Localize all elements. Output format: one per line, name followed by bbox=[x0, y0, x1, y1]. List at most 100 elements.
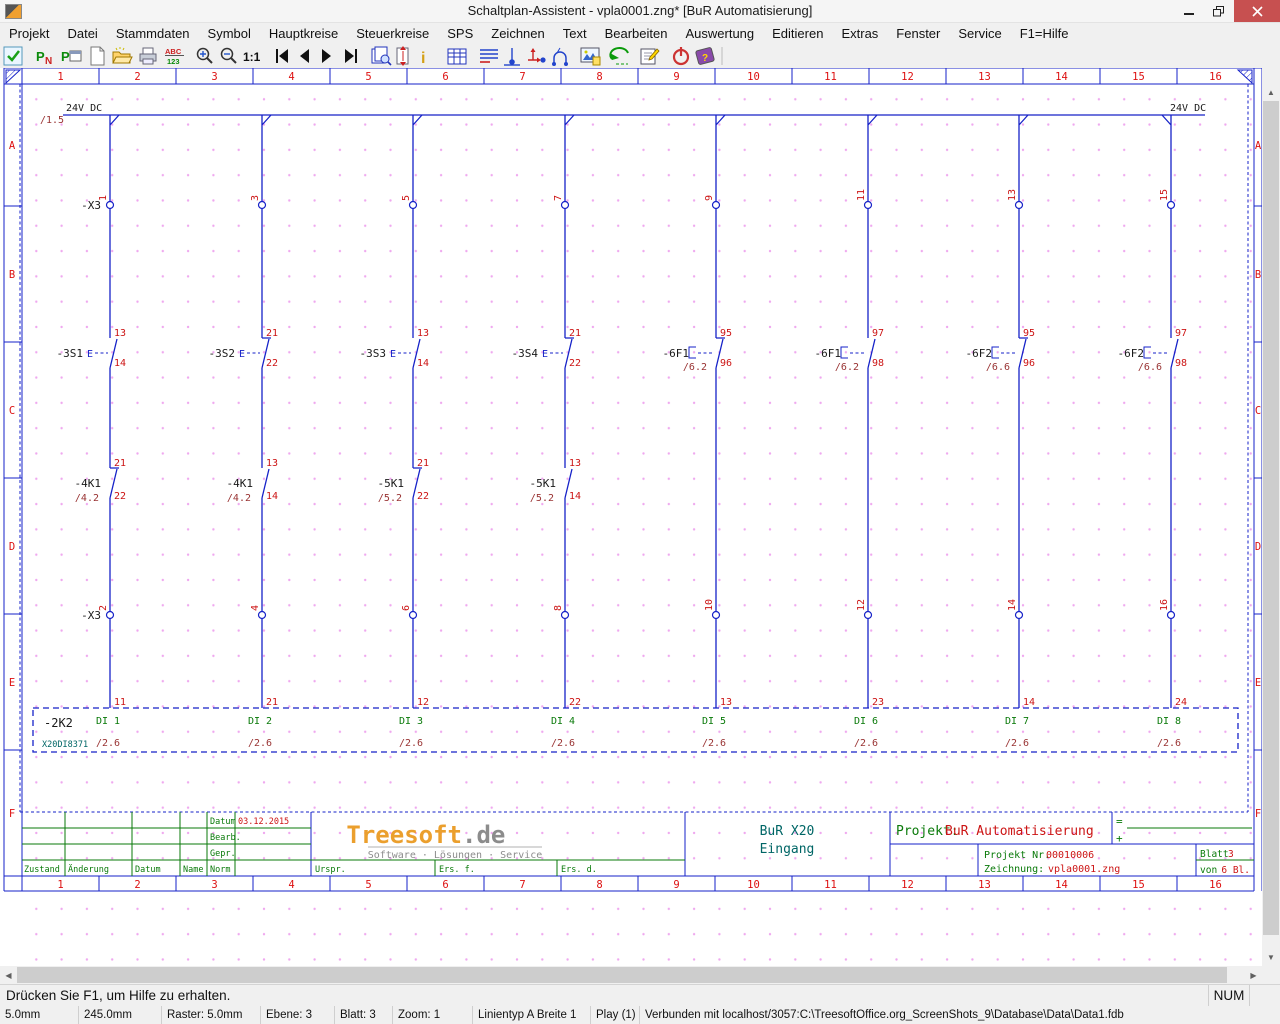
svg-text:/5.2[interactable]: /5.2 bbox=[530, 493, 554, 504]
vertical-scroll-thumb[interactable] bbox=[1263, 101, 1279, 935]
svg-text:-6F2[interactable]: -6F2 bbox=[966, 347, 993, 360]
menu-text[interactable]: Text bbox=[554, 23, 596, 44]
svg-text:21[interactable]: 21 bbox=[266, 328, 278, 339]
svg-text:-4K1[interactable]: -4K1 bbox=[227, 477, 254, 490]
exit-icon[interactable] bbox=[674, 47, 688, 64]
next-sheet-icon[interactable] bbox=[322, 49, 331, 63]
svg-text:-5K1[interactable]: -5K1 bbox=[378, 477, 405, 490]
svg-text:/6.2[interactable]: /6.2 bbox=[683, 362, 707, 373]
help-icon[interactable]: ? bbox=[695, 47, 714, 65]
svg-text:16[interactable]: 16 bbox=[1159, 599, 1170, 611]
svg-text:95[interactable]: 95 bbox=[720, 328, 732, 339]
terminal-strip-name[interactable]: -X3 bbox=[81, 199, 101, 212]
svg-text:-6F2[interactable]: -6F2 bbox=[1118, 347, 1145, 360]
svg-text:/2.6[interactable]: /2.6 bbox=[551, 738, 575, 749]
line-type-icon[interactable] bbox=[480, 50, 498, 62]
svg-text:-3S3[interactable]: -3S3 bbox=[360, 347, 387, 360]
plc-channel[interactable]: DI 1 bbox=[96, 716, 120, 727]
svg-text:/5.2[interactable]: /5.2 bbox=[378, 493, 402, 504]
drawing-title-line2[interactable]: Eingang bbox=[760, 842, 815, 857]
menu-steuerkreise[interactable]: Steuerkreise bbox=[347, 23, 438, 44]
sheet-count[interactable]: 6 Bl. bbox=[1221, 865, 1250, 876]
print-icon[interactable] bbox=[140, 48, 156, 64]
svg-text:96[interactable]: 96 bbox=[1023, 358, 1035, 369]
svg-text:-3S2[interactable]: -3S2 bbox=[209, 347, 236, 360]
svg-text:13[interactable]: 13 bbox=[417, 328, 429, 339]
new-document-icon[interactable] bbox=[91, 47, 104, 65]
menu-bearbeiten[interactable]: Bearbeiten bbox=[596, 23, 677, 44]
svg-text:9[interactable]: 9 bbox=[704, 195, 715, 201]
scroll-down-arrow[interactable]: ▼ bbox=[1262, 949, 1280, 966]
svg-text:/2.6[interactable]: /2.6 bbox=[399, 738, 423, 749]
wire-bridge-icon[interactable] bbox=[552, 48, 568, 66]
svg-text:/6.2[interactable]: /6.2 bbox=[835, 362, 859, 373]
undo-icon[interactable] bbox=[610, 48, 628, 64]
svg-text:14[interactable]: 14 bbox=[1007, 599, 1018, 611]
svg-text:/2.6[interactable]: /2.6 bbox=[702, 738, 726, 749]
svg-text:22[interactable]: 22 bbox=[417, 491, 429, 502]
svg-text:14[interactable]: 14 bbox=[114, 358, 126, 369]
svg-text:/2.6[interactable]: /2.6 bbox=[96, 738, 120, 749]
scroll-up-arrow[interactable]: ▲ bbox=[1262, 84, 1280, 101]
menu-datei[interactable]: Datei bbox=[58, 23, 106, 44]
drawing-title-line1[interactable]: BuR X20 bbox=[760, 824, 815, 839]
last-sheet-icon[interactable] bbox=[345, 49, 356, 63]
date-value[interactable]: 03.12.2015 bbox=[238, 817, 289, 827]
svg-text:22[interactable]: 22 bbox=[569, 358, 581, 369]
menu-hauptkreise[interactable]: Hauptkreise bbox=[260, 23, 347, 44]
plc-device-type[interactable]: X20DI8371 bbox=[42, 740, 88, 750]
zoom-1to1-icon[interactable]: 1:1 bbox=[243, 50, 261, 64]
open-icon[interactable] bbox=[113, 47, 132, 63]
svg-text:95[interactable]: 95 bbox=[1023, 328, 1035, 339]
svg-text:DI 3[interactable]: DI 3 bbox=[399, 716, 423, 727]
svg-text:-4K1[interactable]: -4K1 bbox=[75, 477, 102, 490]
drawing-canvas[interactable]: 12345678910111213141516 1234567891011121… bbox=[0, 68, 1262, 966]
svg-text:13[interactable]: 13 bbox=[1007, 189, 1018, 201]
svg-text:97[interactable]: 97 bbox=[872, 328, 884, 339]
menu-editieren[interactable]: Editieren bbox=[763, 23, 832, 44]
svg-text:DI 8[interactable]: DI 8 bbox=[1157, 716, 1181, 727]
svg-text:/2.6[interactable]: /2.6 bbox=[248, 738, 272, 749]
plc-name[interactable]: -2K2 bbox=[44, 716, 73, 730]
menu-hilfe[interactable]: F1=Hilfe bbox=[1011, 23, 1078, 44]
svg-text:14[interactable]: 14 bbox=[1023, 697, 1035, 708]
svg-text:21[interactable]: 21 bbox=[266, 697, 278, 708]
svg-text:10[interactable]: 10 bbox=[704, 599, 715, 611]
svg-text:24[interactable]: 24 bbox=[1175, 697, 1187, 708]
bus-label-right[interactable]: 24V DC bbox=[1170, 103, 1206, 114]
svg-text:DI 2[interactable]: DI 2 bbox=[248, 716, 272, 727]
horizontal-scroll-thumb[interactable] bbox=[17, 967, 1227, 983]
project-number[interactable]: 00010006 bbox=[1046, 850, 1094, 861]
menu-symbol[interactable]: Symbol bbox=[199, 23, 260, 44]
minimize-button[interactable] bbox=[1174, 0, 1204, 22]
svg-text:/2.6[interactable]: /2.6 bbox=[1005, 738, 1029, 749]
info-icon[interactable]: i bbox=[421, 50, 425, 67]
svg-text:/4.2[interactable]: /4.2 bbox=[227, 493, 251, 504]
svg-text:4[interactable]: 4 bbox=[250, 605, 261, 611]
svg-text:13[interactable]: 13 bbox=[266, 458, 278, 469]
svg-text:14[interactable]: 14 bbox=[266, 491, 278, 502]
svg-text:13[interactable]: 13 bbox=[720, 697, 732, 708]
image-note-icon[interactable] bbox=[581, 48, 600, 65]
svg-text:DI 5[interactable]: DI 5 bbox=[702, 716, 726, 727]
scroll-left-arrow[interactable]: ◀ bbox=[0, 966, 17, 984]
svg-text:/6.6[interactable]: /6.6 bbox=[986, 362, 1010, 373]
svg-text:21[interactable]: 21 bbox=[569, 328, 581, 339]
apply-icon[interactable] bbox=[4, 47, 22, 65]
svg-text:6[interactable]: 6 bbox=[401, 605, 412, 611]
sheet-number[interactable]: 3 bbox=[1228, 849, 1234, 860]
svg-text:14[interactable]: 14 bbox=[417, 358, 429, 369]
menu-projekt[interactable]: Projekt bbox=[0, 23, 58, 44]
svg-text:22[interactable]: 22 bbox=[569, 697, 581, 708]
svg-text:11[interactable]: 11 bbox=[114, 697, 126, 708]
scroll-right-arrow[interactable]: ▶ bbox=[1245, 966, 1262, 984]
project-name[interactable]: BuR Automatisierung bbox=[945, 824, 1094, 839]
svg-text:97[interactable]: 97 bbox=[1175, 328, 1187, 339]
zoom-out-icon[interactable] bbox=[222, 49, 237, 64]
svg-text:5[interactable]: 5 bbox=[401, 195, 412, 201]
svg-text:-3S4[interactable]: -3S4 bbox=[512, 347, 539, 360]
svg-text:12[interactable]: 12 bbox=[417, 697, 429, 708]
vertical-scrollbar[interactable]: ▲ ▼ bbox=[1262, 84, 1280, 966]
svg-text:22[interactable]: 22 bbox=[266, 358, 278, 369]
bus-ref[interactable]: /1.5 bbox=[40, 115, 64, 126]
